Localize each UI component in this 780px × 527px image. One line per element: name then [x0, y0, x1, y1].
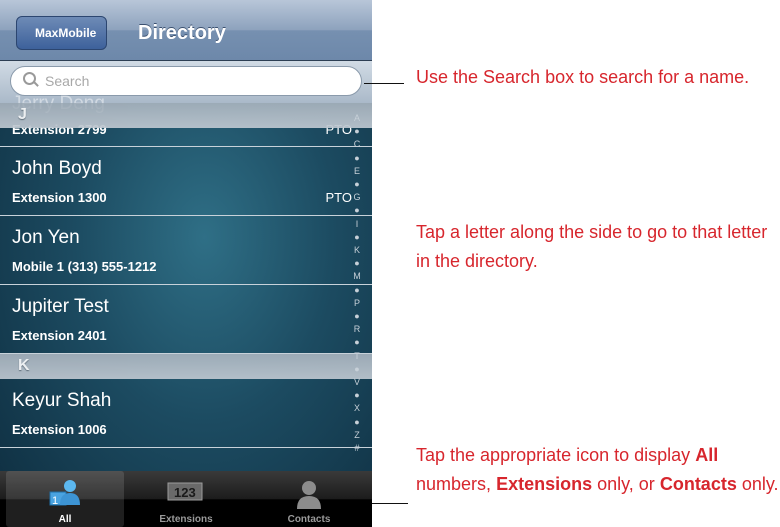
- index-letter[interactable]: I: [342, 219, 372, 229]
- tabs-annotation-prefix: Tap the appropriate icon to display: [416, 445, 691, 465]
- tabs-annotation-ext: Extensions: [496, 474, 593, 494]
- section-header-k: K: [0, 354, 372, 379]
- index-dot[interactable]: ●: [342, 205, 372, 215]
- section-header-j: J: [0, 103, 372, 128]
- search-annotation: Use the Search box to search for a name.: [416, 67, 750, 87]
- index-dot[interactable]: ●: [342, 390, 372, 400]
- contact-list: J Jerry Deng Extension 2799 PTO John Boy…: [0, 93, 372, 448]
- index-letter[interactable]: M: [342, 271, 372, 281]
- index-dot[interactable]: ●: [342, 285, 372, 295]
- tabs-annotation-all: All: [695, 445, 719, 465]
- back-button-label: MaxMobile: [35, 26, 97, 40]
- index-dot[interactable]: ●: [342, 153, 372, 163]
- tab-contacts[interactable]: Contacts: [250, 471, 368, 527]
- navigation-bar: MaxMobile Directory: [0, 0, 372, 61]
- index-letter[interactable]: Z: [342, 430, 372, 440]
- tab-bar: 1 All 123 Extensions Contacts: [0, 471, 372, 527]
- tab-label: All: [58, 514, 72, 525]
- tab-all[interactable]: 1 All: [6, 471, 124, 527]
- index-letter[interactable]: G: [342, 192, 372, 202]
- index-letter[interactable]: E: [342, 166, 372, 176]
- contact-detail: Mobile 1 (313) 555-1212: [12, 259, 157, 274]
- list-item[interactable]: John Boyd Extension 1300 PTO: [0, 147, 372, 216]
- list-item[interactable]: Jupiter Test Extension 2401: [0, 285, 372, 354]
- contact-name: Jon Yen: [12, 227, 80, 248]
- search-icon: [23, 72, 39, 87]
- svg-text:123: 123: [174, 485, 196, 500]
- index-dot[interactable]: ●: [342, 258, 372, 268]
- tab-extensions[interactable]: 123 Extensions: [127, 471, 245, 527]
- extensions-icon: 123: [166, 479, 206, 508]
- search-placeholder: Search: [45, 73, 90, 89]
- index-dot[interactable]: ●: [342, 337, 372, 347]
- index-dot[interactable]: ●: [342, 126, 372, 136]
- tabs-annotation-suffix: only.: [741, 474, 779, 494]
- list-item[interactable]: Jon Yen Mobile 1 (313) 555-1212: [0, 216, 372, 285]
- index-annotation: Tap a letter along the side to go to tha…: [416, 222, 768, 271]
- index-letter[interactable]: P: [342, 298, 372, 308]
- tabs-annotation-contacts: Contacts: [659, 474, 737, 494]
- index-letter[interactable]: R: [342, 324, 372, 334]
- search-input[interactable]: Search: [10, 66, 362, 96]
- index-letter[interactable]: #: [342, 443, 372, 453]
- index-letter[interactable]: T: [342, 351, 372, 361]
- contacts-person-icon: [294, 479, 324, 514]
- section-letter: J: [18, 106, 27, 123]
- index-dot[interactable]: ●: [342, 364, 372, 374]
- index-dot[interactable]: ●: [342, 311, 372, 321]
- index-letter[interactable]: C: [342, 139, 372, 149]
- index-letter[interactable]: A: [342, 113, 372, 123]
- index-dot[interactable]: ●: [342, 417, 372, 427]
- svg-text:1: 1: [52, 495, 58, 507]
- contact-detail: Extension 1300: [12, 190, 107, 205]
- contact-name: John Boyd: [12, 158, 102, 179]
- tab-label: Extensions: [159, 514, 213, 525]
- contact-detail: Extension 1006: [12, 422, 107, 437]
- tabs-annotation: Tap the appropriate icon to display All …: [416, 441, 780, 499]
- index-letter[interactable]: V: [342, 377, 372, 387]
- section-letter: K: [18, 357, 30, 374]
- contact-name: Keyur Shah: [12, 390, 112, 411]
- contact-name: Jupiter Test: [12, 296, 109, 317]
- index-dot[interactable]: ●: [342, 232, 372, 242]
- back-button[interactable]: MaxMobile: [16, 16, 108, 50]
- index-dot[interactable]: ●: [342, 179, 372, 189]
- index-letter[interactable]: X: [342, 403, 372, 413]
- all-contacts-icon: 1: [48, 479, 82, 512]
- tabs-leader-line: [372, 503, 408, 504]
- contact-detail: Extension 2401: [12, 328, 107, 343]
- index-letter[interactable]: K: [342, 245, 372, 255]
- search-leader-line: [364, 83, 404, 84]
- alphabet-index[interactable]: A ● C ● E ● G ● I ● K ● M ● P ● R ● T ● V ● X ● Z #: [342, 113, 372, 465]
- tab-label: Contacts: [287, 514, 331, 525]
- phone-screen: MaxMobile Directory Search J Jerry Deng …: [0, 0, 372, 527]
- page-title: Directory: [138, 22, 226, 44]
- tabs-annotation-mid1: numbers,: [416, 474, 492, 494]
- tabs-annotation-mid2: only, or: [597, 474, 655, 494]
- list-item[interactable]: Keyur Shah Extension 1006: [0, 379, 372, 448]
